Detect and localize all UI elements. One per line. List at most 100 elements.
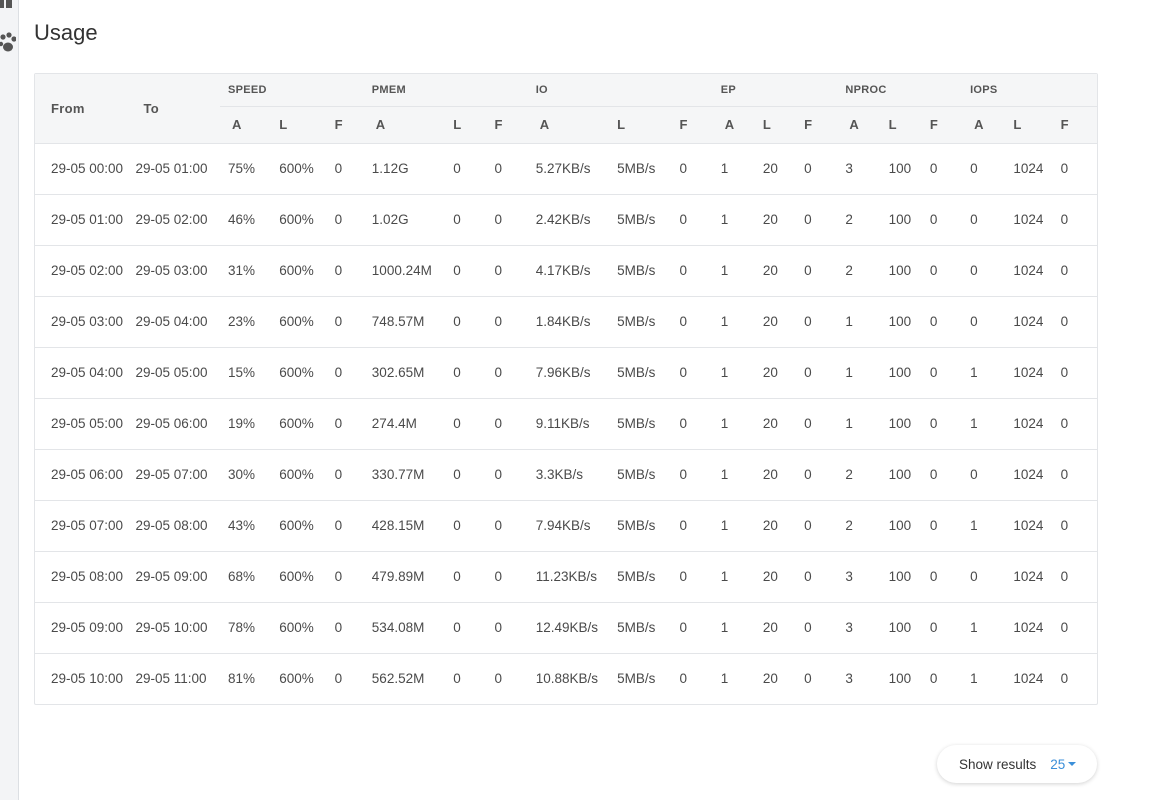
table-cell: 0 [671, 652, 713, 704]
show-results-label: Show results [959, 756, 1037, 772]
table-cell: 1 [712, 193, 755, 245]
table-cell: 0 [921, 295, 963, 347]
table-cell: 600% [271, 397, 327, 449]
table-cell: 29-05 11:00 [127, 652, 220, 704]
table-cell: 0 [796, 397, 838, 449]
sub-header-iops-a: A [962, 105, 1006, 144]
table-cell: 0 [445, 193, 487, 245]
table-cell: 0 [445, 601, 487, 653]
table-cell: 0 [671, 193, 713, 245]
table-cell: 1 [712, 550, 755, 602]
table-cell: 1024 [1005, 346, 1053, 398]
table-cell: 1.02G [363, 193, 446, 245]
table-cell: 5MB/s [609, 652, 672, 704]
table-cell: 1.84KB/s [527, 295, 610, 347]
table-cell: 0 [962, 142, 1006, 194]
table-cell: 29-05 07:00 [127, 448, 220, 500]
show-results-control[interactable]: Show results 25 [937, 745, 1097, 783]
table-cell: 0 [671, 142, 713, 194]
caret-down-icon[interactable] [1068, 762, 1077, 766]
table-cell: 302.65M [363, 346, 446, 398]
table-cell: 0 [921, 550, 963, 602]
table-cell: 0 [1052, 193, 1097, 245]
paw-icon[interactable] [0, 32, 16, 56]
table-cell: 562.52M [363, 652, 446, 704]
table-cell: 0 [1052, 244, 1097, 296]
group-header-ep: EP [712, 74, 838, 106]
table-cell: 600% [271, 550, 327, 602]
table-cell: 5MB/s [609, 550, 672, 602]
table-cell: 0 [486, 652, 528, 704]
table-cell: 0 [445, 448, 487, 500]
table-cell: 0 [445, 550, 487, 602]
table-row: 29-05 08:00 29-05 09:00 68% 600% 0 479.89M 0 0 1… [35, 550, 1097, 602]
table-cell: 5MB/s [609, 142, 672, 194]
table-cell: 29-05 05:00 [35, 397, 128, 449]
table-cell: 1024 [1005, 142, 1053, 194]
table-cell: 0 [962, 550, 1006, 602]
sub-header-pmem-l: L [445, 105, 487, 144]
table-cell: 1024 [1005, 652, 1053, 704]
column-header-from: From [35, 74, 128, 144]
table-cell: 0 [1052, 550, 1097, 602]
table-cell: 0 [671, 499, 713, 551]
table-cell: 0 [671, 346, 713, 398]
table-cell: 0 [445, 397, 487, 449]
table-cell: 600% [271, 295, 327, 347]
table-cell: 9.11KB/s [527, 397, 610, 449]
table-cell: 20 [754, 142, 797, 194]
group-header-nproc: NPROC [837, 74, 963, 106]
table-cell: 20 [754, 397, 797, 449]
table-cell: 29-05 03:00 [127, 244, 220, 296]
table-cell: 5MB/s [609, 448, 672, 500]
table-cell: 0 [486, 142, 528, 194]
table-cell: 0 [962, 295, 1006, 347]
table-cell: 20 [754, 244, 797, 296]
sub-header-nproc-f: F [921, 105, 963, 144]
table-cell: 0 [921, 244, 963, 296]
table-row: 29-05 09:00 29-05 10:00 78% 600% 0 534.08M 0 0 1… [35, 601, 1097, 653]
table-cell: 1 [962, 652, 1006, 704]
table-cell: 428.15M [363, 499, 446, 551]
table-cell: 0 [671, 601, 713, 653]
table-cell: 0 [796, 550, 838, 602]
sub-header-iops-l: L [1005, 105, 1053, 144]
table-cell: 1024 [1005, 499, 1053, 551]
table-cell: 0 [796, 448, 838, 500]
table-cell: 43% [220, 499, 272, 551]
table-cell: 0 [326, 652, 364, 704]
table-cell: 5MB/s [609, 397, 672, 449]
table-cell: 0 [796, 295, 838, 347]
table-cell: 1024 [1005, 193, 1053, 245]
group-header-pmem: PMEM [363, 74, 528, 106]
table-cell: 0 [486, 346, 528, 398]
table-cell: 600% [271, 448, 327, 500]
table-cell: 1 [837, 346, 881, 398]
table-cell: 479.89M [363, 550, 446, 602]
table-cell: 29-05 08:00 [127, 499, 220, 551]
table-row: 29-05 01:00 29-05 02:00 46% 600% 0 1.02G 0 0 2.4… [35, 193, 1097, 245]
table-cell: 1024 [1005, 550, 1053, 602]
table-cell: 10.88KB/s [527, 652, 610, 704]
table-cell: 29-05 02:00 [35, 244, 128, 296]
usage-table: From To SPEED PMEM IO EP NPROC IOPS ALFALFALFAL… [34, 73, 1098, 705]
table-cell: 3 [837, 601, 881, 653]
sub-header-pmem-a: A [363, 105, 446, 144]
table-row: 29-05 10:00 29-05 11:00 81% 600% 0 562.52M 0 0 1… [35, 652, 1097, 704]
table-cell: 0 [326, 397, 364, 449]
results-per-page-select[interactable]: 25 [1050, 757, 1065, 772]
table-cell: 0 [486, 244, 528, 296]
table-cell: 29-05 06:00 [127, 397, 220, 449]
table-cell: 81% [220, 652, 272, 704]
table-cell: 29-05 04:00 [35, 346, 128, 398]
table-cell: 0 [326, 244, 364, 296]
grid-icon[interactable] [0, 0, 16, 18]
table-cell: 68% [220, 550, 272, 602]
table-cell: 1 [712, 448, 755, 500]
table-cell: 330.77M [363, 448, 446, 500]
table-cell: 3 [837, 142, 881, 194]
table-cell: 600% [271, 346, 327, 398]
table-cell: 0 [1052, 448, 1097, 500]
table-cell: 100 [880, 550, 922, 602]
table-cell: 7.96KB/s [527, 346, 610, 398]
